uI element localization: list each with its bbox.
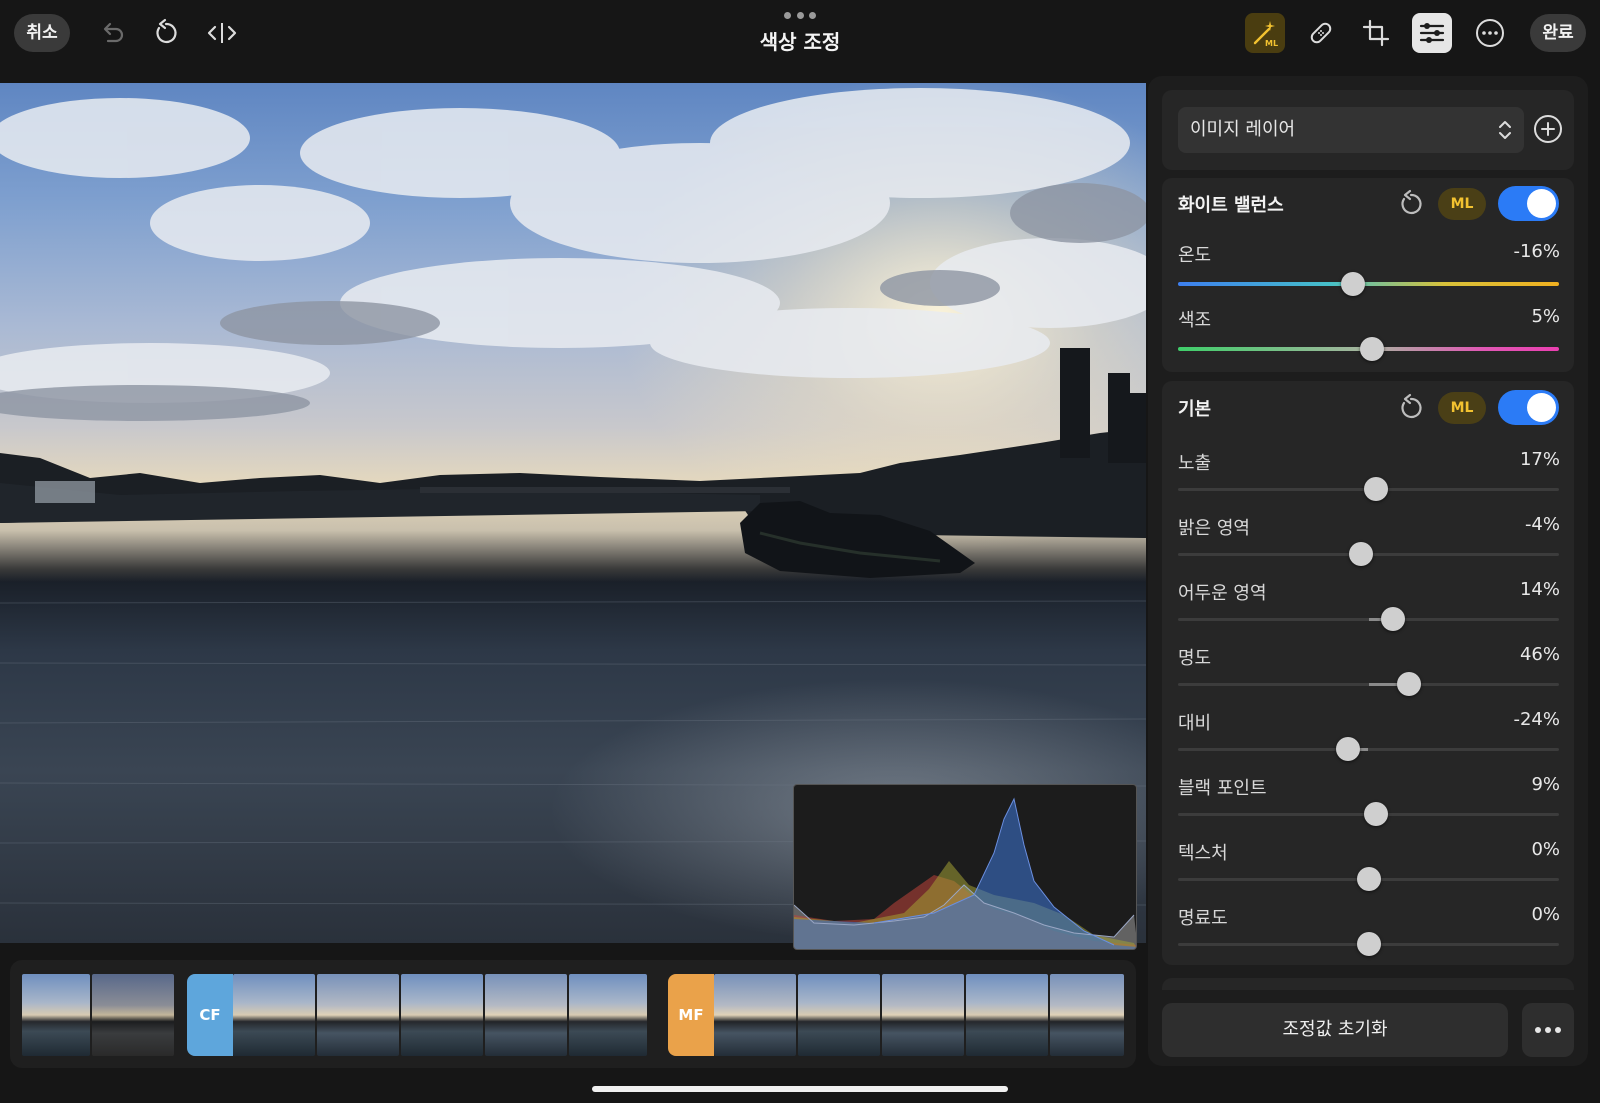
slider-value: 14%: [1519, 579, 1560, 600]
ellipsis-icon: [1535, 1027, 1561, 1033]
mf-badge[interactable]: MF: [668, 974, 714, 1056]
mf-badge-label: MF: [678, 1006, 704, 1024]
slider-value: 5%: [1531, 306, 1560, 327]
preset-thumbnail[interactable]: [485, 974, 567, 1056]
slider-value: 0%: [1531, 904, 1560, 925]
slider-label: 색조: [1178, 310, 1212, 331]
preset-thumbnail[interactable]: [233, 974, 315, 1056]
preset-thumbnail[interactable]: [882, 974, 964, 1056]
svg-text:ML: ML: [1265, 39, 1278, 48]
slider-label: 텍스처: [1178, 843, 1228, 864]
slider-value: -4%: [1524, 514, 1560, 535]
slider-label: 노출: [1178, 453, 1212, 474]
slider-knob[interactable]: [1356, 932, 1381, 956]
basic-title: 기본: [1178, 399, 1212, 420]
slider-knob[interactable]: [1348, 542, 1373, 566]
layer-select-label: 이미지 레이어: [1190, 119, 1296, 140]
more-options-button[interactable]: [1522, 1003, 1574, 1057]
preset-thumbnail[interactable]: [569, 974, 647, 1056]
adjust-sliders-icon[interactable]: [1412, 13, 1452, 53]
home-indicator[interactable]: [592, 1086, 1008, 1092]
slider-knob[interactable]: [1364, 802, 1389, 826]
slider-knob[interactable]: [1335, 737, 1360, 761]
white-balance-ml-button[interactable]: ML: [1438, 188, 1486, 220]
reset-basic-icon[interactable]: [1394, 391, 1428, 425]
revert-icon[interactable]: [146, 13, 186, 53]
cf-badge[interactable]: CF: [187, 974, 233, 1056]
cancel-button[interactable]: 취소: [14, 14, 70, 52]
basic-toggle[interactable]: [1498, 390, 1559, 425]
preset-thumbnail[interactable]: [714, 974, 796, 1056]
preset-thumbnail[interactable]: [92, 974, 174, 1056]
window-grabber[interactable]: [784, 12, 816, 20]
done-button[interactable]: 완료: [1530, 14, 1586, 52]
slider-knob[interactable]: [1396, 672, 1421, 696]
next-section-card: [1162, 978, 1574, 990]
add-layer-icon[interactable]: [1528, 109, 1568, 149]
cf-badge-label: CF: [199, 1006, 221, 1024]
reset-adjustments-button[interactable]: 조정값 초기화: [1162, 1003, 1508, 1057]
slider-value: 46%: [1519, 644, 1560, 665]
basic-ml-button[interactable]: ML: [1438, 392, 1486, 424]
histogram-graph: [794, 797, 1136, 949]
slider-track[interactable]: [1178, 748, 1559, 751]
slider-label: 밝은 영역: [1178, 518, 1250, 539]
preset-thumbnail[interactable]: [798, 974, 880, 1056]
crop-icon[interactable]: [1356, 13, 1396, 53]
preset-thumbnail[interactable]: [401, 974, 483, 1056]
white-balance-toggle[interactable]: [1498, 186, 1559, 221]
slider-label: 블랙 포인트: [1178, 778, 1267, 799]
slider-label: 어두운 영역: [1178, 583, 1267, 604]
histogram: [793, 784, 1137, 950]
preset-thumbnail[interactable]: [22, 974, 90, 1056]
slider-label: 명료도: [1178, 908, 1228, 929]
undo-icon[interactable]: [92, 13, 132, 53]
preset-thumbnail[interactable]: [317, 974, 399, 1056]
more-icon[interactable]: [1470, 13, 1510, 53]
slider-value: 9%: [1531, 774, 1560, 795]
slider-label: 대비: [1178, 713, 1212, 734]
preset-thumbnail[interactable]: [1050, 974, 1124, 1056]
slider-value: -24%: [1513, 709, 1560, 730]
slider-knob[interactable]: [1364, 477, 1389, 501]
slider-value: 17%: [1519, 449, 1560, 470]
chevron-up-down-icon: [1499, 121, 1511, 139]
slider-label: 온도: [1178, 245, 1212, 266]
slider-value: 0%: [1531, 839, 1560, 860]
ml-magic-wand-icon[interactable]: ML: [1245, 13, 1285, 53]
temperature-slider-track[interactable]: [1178, 282, 1559, 286]
layer-select[interactable]: 이미지 레이어: [1178, 107, 1524, 153]
preset-thumbnail[interactable]: [966, 974, 1048, 1056]
white-balance-title: 화이트 밸런스: [1178, 195, 1284, 216]
compare-icon[interactable]: [202, 13, 242, 53]
top-toolbar: 취소 색상 조정 ML 완료: [0, 0, 1600, 66]
page-title: 색상 조정: [759, 30, 841, 54]
preset-filmstrip[interactable]: CF MF: [10, 960, 1136, 1068]
slider-knob[interactable]: [1356, 867, 1381, 891]
slider-label: 명도: [1178, 648, 1212, 669]
healing-bandage-icon[interactable]: [1301, 13, 1341, 53]
reset-white-balance-icon[interactable]: [1394, 187, 1428, 221]
slider-value: -16%: [1513, 241, 1560, 262]
